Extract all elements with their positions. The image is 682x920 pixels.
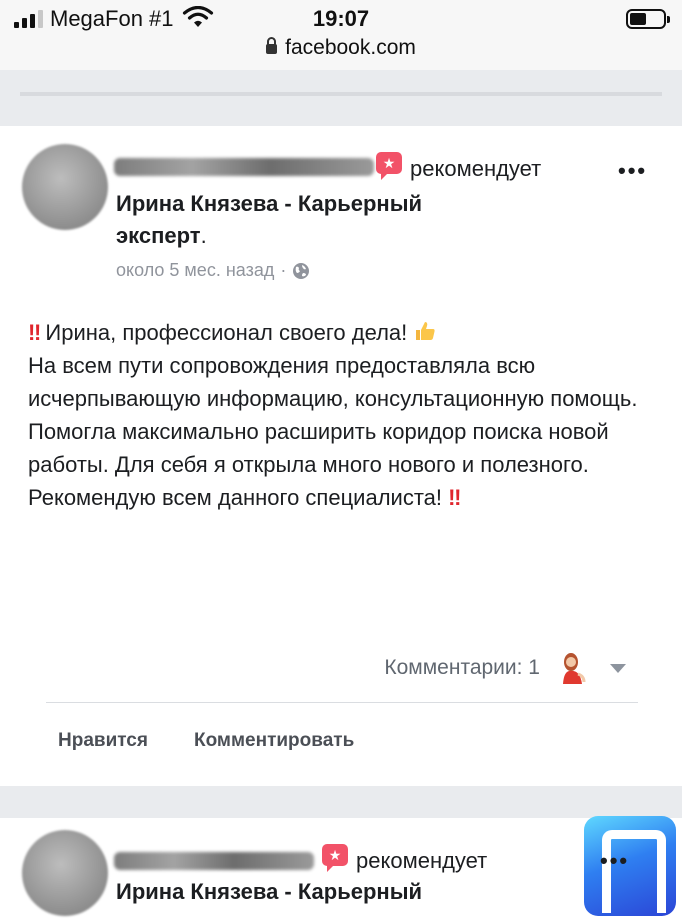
feed-separator-2	[0, 786, 682, 818]
battery-icon	[626, 9, 670, 29]
comments-count[interactable]: Комментарии: 1	[384, 656, 540, 680]
author-name-redacted-2[interactable]	[114, 852, 314, 870]
recommends-label: рекомендует	[410, 156, 542, 181]
more-options-icon[interactable]: •••	[618, 158, 647, 184]
meta-separator: ·	[280, 260, 287, 280]
commenter-avatar[interactable]	[554, 650, 590, 686]
author-name-redacted[interactable]	[114, 158, 374, 176]
recommendation-post-2: ★ рекомендует Ирина Князева - Карьерный	[0, 818, 682, 920]
author-avatar[interactable]	[22, 144, 108, 230]
page-name-suffix: .	[200, 223, 207, 248]
status-bar: MegaFon #1 19:07 facebook.com	[0, 0, 682, 70]
comment-button[interactable]: Комментировать	[194, 730, 354, 752]
app-logo-watermark	[584, 816, 676, 916]
more-options-icon-2[interactable]: •••	[600, 848, 629, 874]
lock-icon	[266, 37, 278, 54]
post-actions: Нравится Комментировать	[58, 730, 354, 752]
page-name-link[interactable]: Ирина Князева - Карьерный эксперт.	[116, 188, 516, 252]
clock: 19:07	[312, 6, 370, 31]
address-bar[interactable]: facebook.com	[0, 36, 682, 60]
recommend-icon-2: ★	[322, 844, 348, 872]
divider	[46, 702, 638, 703]
page-name-link-2[interactable]: Ирина Князева - Карьерный	[116, 876, 536, 908]
double-exclamation-icon-end: ‼	[448, 485, 461, 510]
url-text: facebook.com	[285, 36, 416, 59]
recommendation-post: ★ рекомендует ••• Ирина Князева - Карьер…	[0, 126, 682, 786]
thumbs-up-icon	[416, 322, 436, 340]
post-line-1: Ирина, профессионал своего дела!	[45, 320, 408, 345]
post-meta: около 5 мес. назад ·	[116, 260, 310, 281]
feed-separator	[0, 70, 682, 126]
expand-chevron-icon[interactable]	[610, 663, 626, 673]
like-button[interactable]: Нравится	[58, 730, 148, 752]
page-name-text: Ирина Князева - Карьерный эксперт	[116, 191, 423, 248]
globe-icon	[293, 262, 310, 279]
post-line-last: Рекомендую всем данного специалиста!	[28, 485, 442, 510]
recommend-icon: ★	[376, 152, 402, 180]
double-exclamation-icon: ‼	[28, 320, 41, 345]
post-body: ‼ Ирина, профессионал своего дела! На вс…	[28, 316, 658, 514]
post-timestamp[interactable]: около 5 мес. назад	[116, 260, 274, 281]
recommends-label-2: рекомендует	[356, 848, 488, 873]
post-line-middle: На всем пути сопровождения предоставляла…	[28, 353, 638, 477]
author-avatar-2[interactable]	[22, 830, 108, 916]
comments-summary[interactable]: Комментарии: 1	[384, 650, 626, 686]
